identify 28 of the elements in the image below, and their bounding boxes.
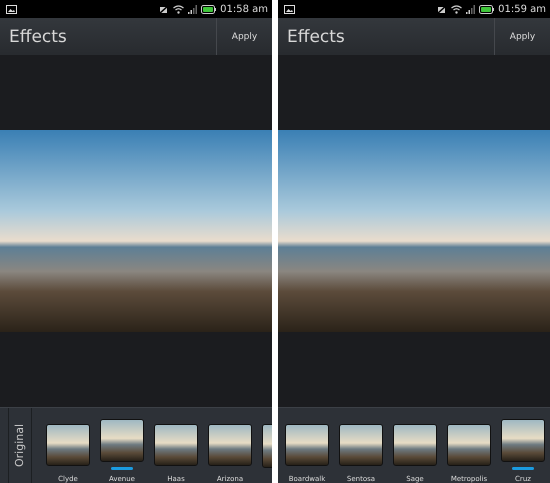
original-tab[interactable]: Original: [14, 424, 26, 468]
wifi-icon: [173, 4, 184, 14]
signal-icon: [188, 4, 198, 14]
image-icon: [6, 4, 17, 14]
filter-thumbnail[interactable]: [393, 424, 437, 466]
filter-thumbnail[interactable]: [100, 419, 144, 462]
image-icon: [284, 4, 295, 14]
wifi-icon: [451, 4, 462, 14]
filter-thumbnail[interactable]: [339, 424, 383, 466]
selection-indicator: [512, 466, 534, 470]
signal-icon: [466, 4, 476, 14]
filter-thumbnail[interactable]: [285, 424, 329, 466]
sync-off-icon: [437, 4, 448, 14]
sync-off-icon: [159, 4, 170, 14]
status-time: 01:59 am: [498, 4, 546, 14]
screen-title: Effects: [8, 26, 68, 46]
filter-thumbnail[interactable]: [447, 424, 491, 466]
filter-thumbnail[interactable]: [208, 424, 252, 466]
selection-indicator: [111, 466, 133, 470]
battery-icon: [201, 4, 216, 14]
apply-button[interactable]: Apply: [494, 18, 550, 55]
screen-title: Effects: [286, 26, 346, 46]
filter-thumbnail[interactable]: [154, 424, 198, 466]
filter-thumbnail[interactable]: [46, 424, 90, 466]
battery-icon: [479, 4, 494, 14]
apply-button[interactable]: Apply: [216, 18, 272, 55]
filter-thumbnail[interactable]: [501, 419, 545, 462]
status-time: 01:58 am: [220, 4, 268, 14]
